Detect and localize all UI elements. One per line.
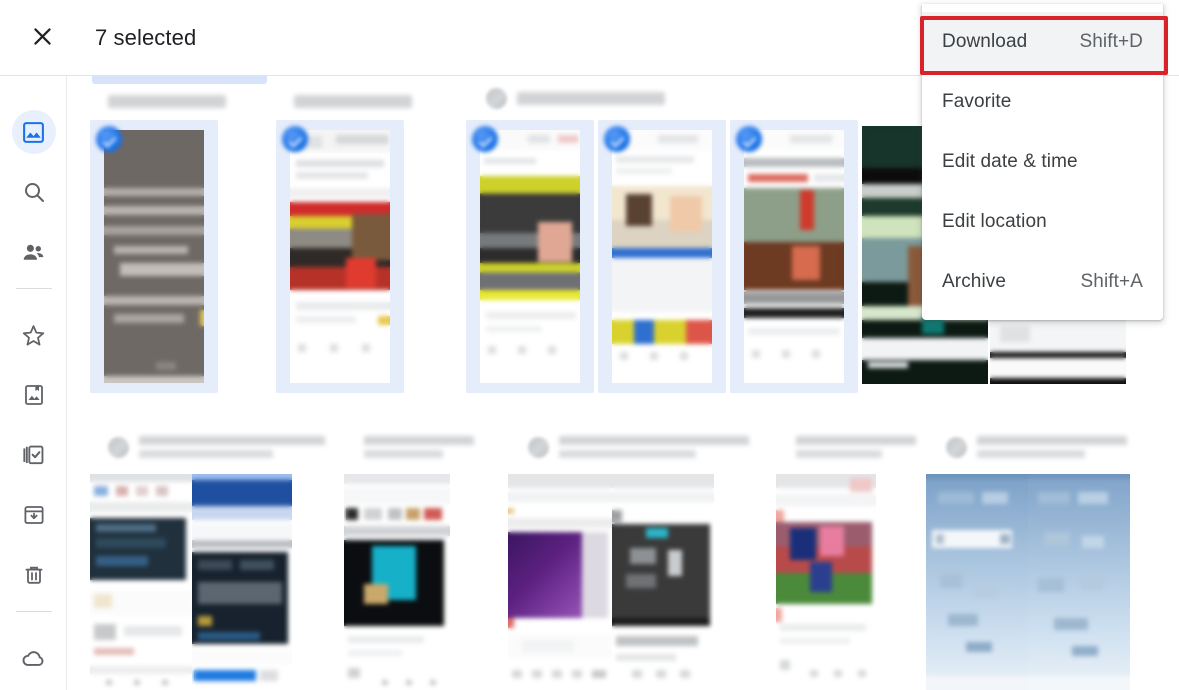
menu-item-edit-location[interactable]: Edit location [922, 192, 1163, 252]
photo-tile[interactable] [776, 474, 876, 690]
photo-tile[interactable] [1028, 474, 1130, 690]
photo-thumbnail [612, 474, 714, 690]
photo-thumbnail [480, 130, 580, 383]
sidebar-item-archive[interactable] [0, 491, 67, 539]
section-select-checkbox[interactable] [108, 436, 129, 458]
section-header[interactable] [528, 436, 749, 458]
photo-tile[interactable] [344, 474, 450, 690]
photo-tile[interactable] [926, 474, 1028, 690]
cloud-icon [12, 636, 56, 680]
photo-tile[interactable] [612, 474, 714, 690]
section-select-checkbox[interactable] [528, 436, 549, 458]
more-options-menu: Download Shift+D Favorite Edit date & ti… [922, 4, 1163, 320]
section-header[interactable] [946, 436, 1127, 458]
section-select-checkbox[interactable] [946, 436, 967, 458]
photo-thumbnail [508, 474, 612, 690]
photo-thumbnail [776, 474, 876, 690]
left-navigation-rail [0, 76, 67, 690]
section-date-label [977, 436, 1127, 458]
section-header[interactable] [486, 87, 665, 109]
photos-icon [11, 110, 56, 154]
photo-thumbnail [344, 474, 450, 690]
sidebar-item-trash[interactable] [0, 551, 67, 599]
close-selection-button[interactable] [18, 14, 66, 62]
photo-thumbnail [290, 130, 390, 383]
menu-item-label: Edit date & time [942, 151, 1078, 172]
photo-tile[interactable] [90, 120, 218, 393]
archive-icon [12, 493, 56, 537]
photo-thumbnail [90, 474, 192, 690]
selected-count-label: 7 selected [95, 24, 197, 50]
previous-row-peek [92, 76, 267, 84]
trash-icon [12, 553, 56, 597]
photo-tile[interactable] [730, 120, 858, 393]
section-date-label [294, 94, 412, 108]
photos-app-window: 7 selected Download Shift+D Favorite Edi… [0, 0, 1179, 690]
utilities-check-icon [12, 433, 56, 477]
photo-tile[interactable] [508, 474, 612, 690]
section-date-label [796, 436, 916, 458]
star-icon [12, 313, 56, 357]
close-icon [30, 24, 55, 52]
section-date-label [139, 436, 325, 458]
selected-check-badge[interactable] [736, 126, 762, 152]
rail-divider-2 [16, 611, 52, 612]
albums-icon [12, 373, 56, 417]
photo-tile[interactable] [192, 474, 292, 690]
section-date-label [364, 436, 474, 458]
menu-item-label: Archive [942, 271, 1007, 292]
section-date-label [517, 91, 665, 105]
photo-thumbnail [926, 474, 1028, 690]
sidebar-item-storage[interactable] [0, 634, 67, 682]
section-header[interactable] [108, 436, 325, 458]
menu-item-shortcut: Shift+D [1079, 31, 1143, 52]
menu-item-edit-date-time[interactable]: Edit date & time [922, 132, 1163, 192]
photo-thumbnail [1028, 474, 1130, 690]
menu-item-download[interactable]: Download Shift+D [922, 12, 1163, 72]
menu-item-label: Favorite [942, 91, 1012, 112]
menu-item-label: Edit location [942, 211, 1047, 232]
section-header[interactable] [108, 90, 226, 112]
rail-divider-1 [16, 288, 52, 289]
menu-item-archive[interactable]: Archive Shift+A [922, 252, 1163, 312]
row-2-headers [68, 436, 1179, 466]
menu-item-label: Download [942, 31, 1028, 52]
selected-check-badge[interactable] [96, 126, 122, 152]
section-date-label [108, 94, 226, 108]
selected-check-badge[interactable] [472, 126, 498, 152]
sidebar-item-sharing[interactable] [0, 228, 67, 276]
menu-item-shortcut: Shift+A [1080, 271, 1143, 292]
section-date-label [559, 436, 749, 458]
photo-tile[interactable] [276, 120, 404, 393]
photo-tile[interactable] [466, 120, 594, 393]
section-header[interactable] [364, 436, 474, 458]
photo-thumbnail [612, 130, 712, 383]
photo-thumbnail [192, 474, 292, 690]
section-select-checkbox[interactable] [486, 87, 507, 109]
selected-check-badge[interactable] [604, 126, 630, 152]
sidebar-item-albums[interactable] [0, 371, 67, 419]
photo-thumbnail [104, 130, 204, 383]
photo-thumbnail [744, 130, 844, 383]
sidebar-item-photos[interactable] [0, 108, 67, 156]
section-header[interactable] [294, 90, 412, 112]
selected-check-badge[interactable] [282, 126, 308, 152]
sidebar-item-favorites[interactable] [0, 311, 67, 359]
photo-tile[interactable] [90, 474, 192, 690]
sidebar-item-search[interactable] [0, 168, 67, 216]
photo-tile[interactable] [598, 120, 726, 393]
search-icon [12, 170, 56, 214]
sidebar-item-utilities[interactable] [0, 431, 67, 479]
sharing-icon [12, 230, 56, 274]
section-header[interactable] [796, 436, 916, 458]
menu-item-favorite[interactable]: Favorite [922, 72, 1163, 132]
